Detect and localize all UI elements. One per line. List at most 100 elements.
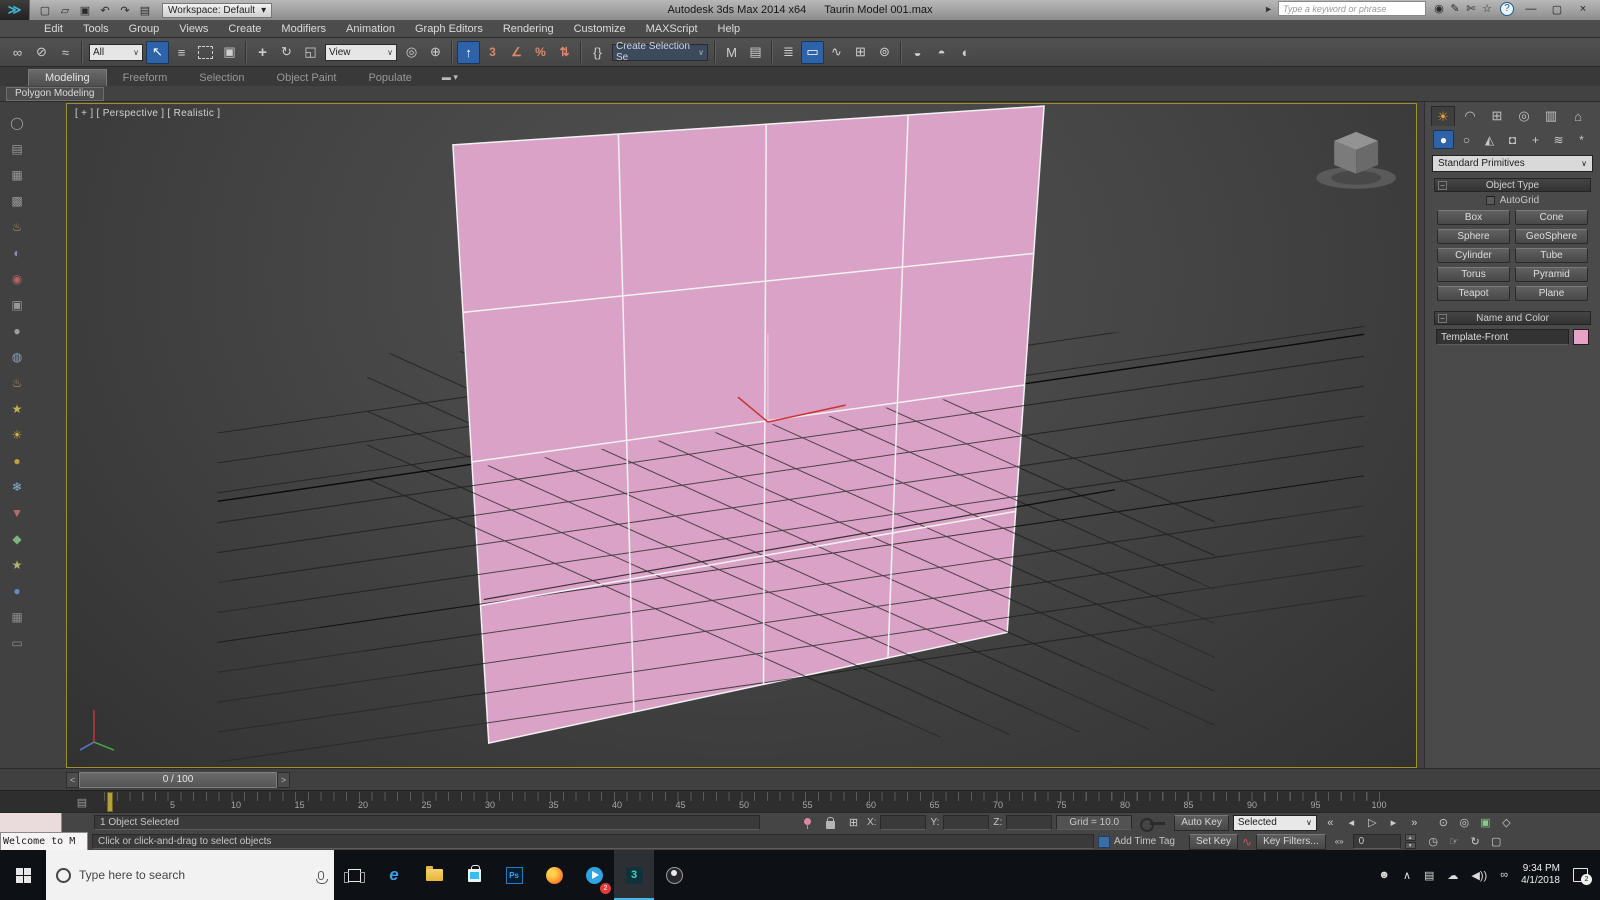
select-and-rotate[interactable]: ↻ [275, 41, 298, 64]
torus-button[interactable]: Torus [1437, 267, 1510, 282]
select-and-link[interactable]: ∞ [6, 41, 29, 64]
sign-in-icon[interactable]: ✄ [1463, 1, 1479, 16]
select-and-manipulate[interactable]: ⊕ [424, 41, 447, 64]
ribbon-toggle-button[interactable]: ▭ [801, 41, 824, 64]
left-toolbar-icon[interactable]: ● [8, 452, 26, 469]
z-coordinate-field[interactable] [1006, 815, 1052, 830]
unlink-selection[interactable]: ⊘ [30, 41, 53, 64]
tab-freeform[interactable]: Freeform [107, 70, 184, 86]
undo-icon[interactable]: ↶ [96, 2, 114, 18]
tube-button[interactable]: Tube [1515, 248, 1588, 263]
hidden-icons-chevron[interactable]: ∧ [1403, 869, 1411, 882]
menu-item-customize[interactable]: Customize [564, 23, 636, 35]
geosphere-button[interactable]: GeoSphere [1515, 229, 1588, 244]
help-icon[interactable]: ? [1500, 2, 1514, 16]
object-name-field[interactable]: Template-Front [1436, 329, 1569, 345]
left-toolbar-icon[interactable]: ◉ [8, 270, 26, 287]
render-production-button[interactable]: ◐ [954, 41, 977, 64]
tab-display[interactable]: ▥ [1539, 106, 1563, 126]
category-lights[interactable]: ◭ [1479, 130, 1500, 149]
cylinder-button[interactable]: Cylinder [1437, 248, 1510, 263]
left-toolbar-icon[interactable]: ▦ [8, 166, 26, 183]
category-cameras[interactable]: ◘ [1502, 130, 1523, 149]
named-selection-sets-dropdown[interactable]: Create Selection Se∨ [612, 44, 708, 61]
left-toolbar-icon[interactable]: ● [8, 322, 26, 339]
left-toolbar-icon[interactable]: ♨ [8, 218, 26, 235]
left-toolbar-icon[interactable]: ◯ [8, 114, 26, 131]
display-device-icon[interactable]: ▤ [1424, 869, 1434, 882]
percent-snap-toggle[interactable]: % [529, 41, 552, 64]
menu-item-animation[interactable]: Animation [336, 23, 405, 35]
next-frame-button[interactable]: ▸ [1384, 814, 1403, 831]
frame-spinner[interactable]: ▲▼ [1405, 834, 1416, 849]
left-toolbar-icon[interactable]: ▦ [8, 608, 26, 625]
align-button[interactable]: ▤ [744, 41, 767, 64]
plane-button[interactable]: Plane [1515, 286, 1588, 301]
category-geometry[interactable]: ● [1433, 130, 1454, 149]
previous-frame-arrow[interactable]: < [66, 772, 79, 788]
primitives-dropdown[interactable]: Standard Primitives ∨ [1432, 155, 1593, 172]
left-toolbar-icon[interactable]: ▼ [8, 504, 26, 521]
tab-modeling[interactable]: Modeling [28, 69, 107, 86]
x-coordinate-field[interactable] [880, 815, 926, 830]
left-toolbar-icon[interactable]: ❄ [8, 478, 26, 495]
tab-selection[interactable]: Selection [183, 70, 260, 86]
left-toolbar-icon[interactable]: ★ [8, 556, 26, 573]
pan-hand-icon[interactable]: ☞ [1445, 833, 1464, 850]
name-color-header[interactable]: − Name and Color [1434, 311, 1591, 325]
onedrive-icon[interactable]: ☁ [1447, 869, 1458, 882]
cone-button[interactable]: Cone [1515, 210, 1588, 225]
left-toolbar-icon[interactable]: ▤ [8, 140, 26, 157]
time-tag[interactable]: Add Time Tag [1098, 836, 1175, 848]
time-configuration-button[interactable]: ◷ [1424, 833, 1443, 850]
menu-item-maxscript[interactable]: MAXScript [636, 23, 708, 35]
left-toolbar-icon[interactable]: ▩ [8, 192, 26, 209]
snaps-toggle[interactable]: 3 [481, 41, 504, 64]
people-icon[interactable]: ☻ [1378, 869, 1390, 881]
time-slider[interactable]: 0 / 100 [79, 772, 277, 788]
ribbon-minimize-icon[interactable]: ▬ ▾ [442, 72, 458, 86]
volume-icon[interactable]: ◀)) [1471, 869, 1487, 882]
selected-filter-dropdown[interactable]: Selected ∨ [1233, 815, 1317, 831]
field-of-view-icon[interactable]: ◇ [1497, 814, 1516, 831]
notification-center-icon[interactable]: 2 [1573, 868, 1588, 882]
left-toolbar-icon[interactable]: ◆ [8, 530, 26, 547]
save-file-icon[interactable]: ▣ [76, 2, 94, 18]
box-button[interactable]: Box [1437, 210, 1510, 225]
set-key-button[interactable]: Set Key [1189, 834, 1238, 850]
menu-item-modifiers[interactable]: Modifiers [271, 23, 336, 35]
edge-icon[interactable]: e [374, 850, 414, 900]
selection-lock-pin-icon[interactable] [798, 814, 817, 831]
minimize-button[interactable]: — [1518, 0, 1544, 18]
previous-frame-button[interactable]: ◂ [1342, 814, 1361, 831]
menu-item-graph-editors[interactable]: Graph Editors [405, 23, 493, 35]
sphere-button[interactable]: Sphere [1437, 229, 1510, 244]
select-by-name[interactable]: ≡ [170, 41, 193, 64]
project-folder-icon[interactable]: ▤ [136, 2, 154, 18]
workspace-dropdown[interactable]: Workspace: Default ▾ [162, 3, 272, 18]
store-icon[interactable] [454, 850, 494, 900]
keyboard-shortcut-override-toggle[interactable]: ↑ [457, 41, 480, 64]
edit-named-selection-sets[interactable]: {} [586, 41, 609, 64]
auto-key-button[interactable]: Auto Key [1174, 815, 1229, 831]
app-logo-button[interactable]: ≫ [0, 0, 30, 20]
next-frame-arrow[interactable]: > [277, 772, 290, 788]
open-file-icon[interactable]: ▱ [56, 2, 74, 18]
zoom-icon[interactable]: ◎ [1455, 814, 1474, 831]
redo-icon[interactable]: ↷ [116, 2, 134, 18]
key-mode-toggle[interactable]: ⊙ [1434, 814, 1453, 831]
zoom-extents-icon[interactable]: ▣ [1476, 814, 1495, 831]
pyramid-button[interactable]: Pyramid [1515, 267, 1588, 282]
time-slider-marker[interactable] [107, 792, 113, 812]
spinner-snap-toggle[interactable]: ⇅ [553, 41, 576, 64]
menu-item-edit[interactable]: Edit [34, 23, 73, 35]
maximize-button[interactable]: ▢ [1544, 0, 1570, 18]
autogrid-checkbox[interactable] [1486, 196, 1495, 205]
infocenter-arrow-icon[interactable]: ► [1264, 4, 1273, 14]
microphone-icon[interactable] [318, 871, 324, 880]
select-and-move[interactable]: + [251, 41, 274, 64]
teapot-button[interactable]: Teapot [1437, 286, 1510, 301]
bind-to-space-warp[interactable]: ≈ [54, 41, 77, 64]
left-toolbar-icon[interactable]: ◍ [8, 348, 26, 365]
material-editor-button[interactable]: ⊚ [873, 41, 896, 64]
